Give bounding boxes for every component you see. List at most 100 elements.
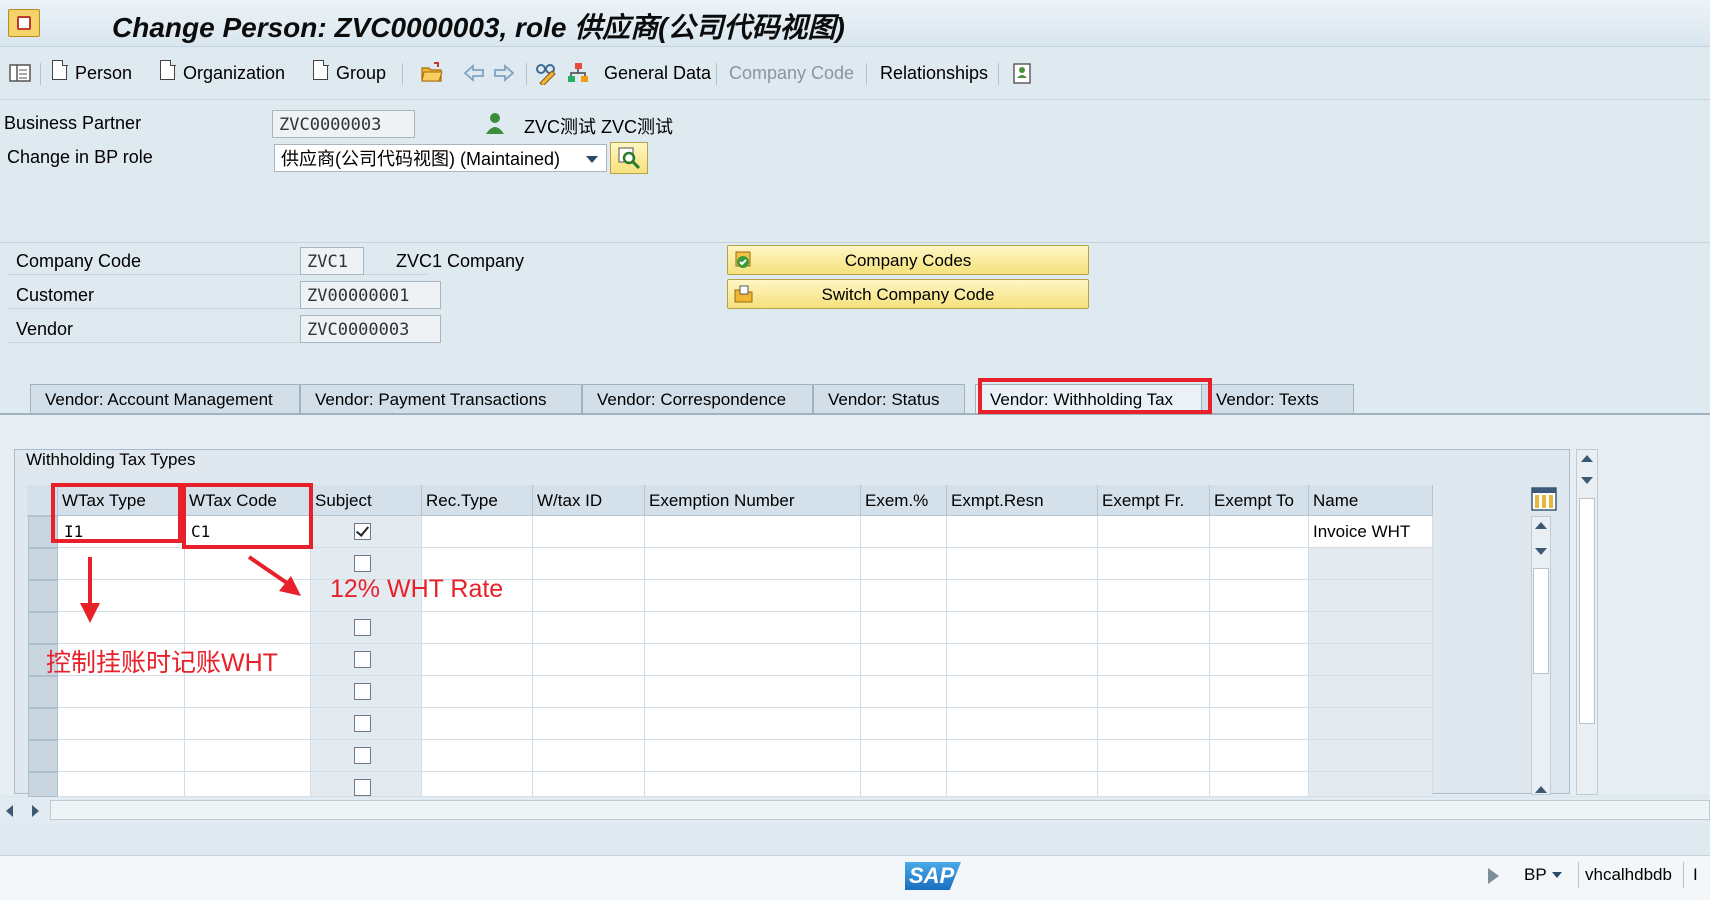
group-button[interactable]: Group bbox=[336, 61, 386, 85]
table-cell[interactable] bbox=[861, 644, 947, 676]
table-cell[interactable] bbox=[533, 548, 645, 580]
subject-checkbox[interactable] bbox=[354, 619, 371, 636]
row-selector[interactable] bbox=[28, 772, 58, 797]
table-cell[interactable] bbox=[533, 612, 645, 644]
cell-wtax-code[interactable] bbox=[185, 708, 311, 740]
subject-checkbox[interactable] bbox=[354, 651, 371, 668]
overview-icon[interactable] bbox=[8, 61, 32, 85]
table-cell[interactable] bbox=[1098, 708, 1210, 740]
row-selector[interactable] bbox=[28, 548, 58, 580]
forward-arrow-icon[interactable] bbox=[492, 61, 516, 85]
hierarchy-icon[interactable] bbox=[566, 61, 590, 85]
subject-checkbox[interactable] bbox=[354, 555, 371, 572]
cell-name[interactable] bbox=[1309, 612, 1433, 644]
cell-wtax-type[interactable] bbox=[58, 772, 185, 797]
page-scroll-up-icon[interactable] bbox=[1581, 455, 1593, 462]
subject-checkbox[interactable] bbox=[354, 715, 371, 732]
table-cell[interactable] bbox=[1098, 676, 1210, 708]
scroll-right-icon[interactable] bbox=[32, 805, 39, 817]
table-cell[interactable] bbox=[422, 772, 533, 797]
row-selector[interactable] bbox=[28, 580, 58, 612]
scroll-up-icon[interactable] bbox=[1535, 522, 1547, 529]
subject-checkbox[interactable] bbox=[354, 683, 371, 700]
subject-checkbox[interactable] bbox=[354, 779, 371, 796]
column-settings-icon[interactable] bbox=[1531, 486, 1557, 512]
relationships-button[interactable]: Relationships bbox=[880, 61, 988, 85]
table-cell[interactable] bbox=[533, 516, 645, 548]
col-exemption-reason[interactable]: Exmpt.Resn bbox=[947, 485, 1098, 516]
cell-wtax-type[interactable] bbox=[58, 676, 185, 708]
company-codes-button[interactable]: Company Codes bbox=[727, 245, 1089, 275]
table-cell[interactable] bbox=[1210, 676, 1309, 708]
table-cell[interactable] bbox=[947, 708, 1098, 740]
cell-name[interactable] bbox=[1309, 740, 1433, 772]
partner-settings-icon[interactable] bbox=[1010, 61, 1034, 85]
col-exemption-percent[interactable]: Exem.% bbox=[861, 485, 947, 516]
cell-name[interactable] bbox=[1309, 644, 1433, 676]
vendor-field[interactable]: ZVC0000003 bbox=[300, 315, 441, 343]
customer-field[interactable]: ZV00000001 bbox=[300, 281, 441, 309]
table-cell[interactable] bbox=[422, 676, 533, 708]
transaction-dropdown-icon[interactable] bbox=[1552, 872, 1562, 878]
tab-account-management[interactable]: Vendor: Account Management bbox=[30, 384, 300, 414]
edit-glasses-icon[interactable] bbox=[534, 61, 558, 85]
page-scroll-down-icon[interactable] bbox=[1581, 477, 1593, 484]
back-arrow-icon[interactable] bbox=[462, 61, 486, 85]
table-cell[interactable] bbox=[1098, 772, 1210, 797]
company-code-button[interactable]: Company Code bbox=[729, 61, 854, 85]
general-data-button[interactable]: General Data bbox=[604, 61, 711, 85]
table-cell[interactable] bbox=[1098, 740, 1210, 772]
person-button[interactable]: Person bbox=[75, 61, 132, 85]
table-cell[interactable] bbox=[1210, 580, 1309, 612]
cell-wtax-code[interactable] bbox=[185, 740, 311, 772]
col-rec-type[interactable]: Rec.Type bbox=[422, 485, 533, 516]
cell-wtax-code[interactable] bbox=[185, 772, 311, 797]
table-cell[interactable] bbox=[645, 644, 861, 676]
subject-checkbox[interactable] bbox=[354, 747, 371, 764]
cell-name[interactable] bbox=[1309, 676, 1433, 708]
row-selector[interactable] bbox=[28, 708, 58, 740]
table-cell[interactable] bbox=[533, 580, 645, 612]
table-cell[interactable] bbox=[947, 516, 1098, 548]
cell-name[interactable] bbox=[1309, 548, 1433, 580]
col-exempt-to[interactable]: Exempt To bbox=[1210, 485, 1309, 516]
cell-wtax-code[interactable] bbox=[185, 676, 311, 708]
cell-wtax-type[interactable] bbox=[58, 708, 185, 740]
scroll-bottom-icon[interactable] bbox=[1535, 786, 1547, 793]
table-cell[interactable] bbox=[533, 676, 645, 708]
status-play-icon[interactable] bbox=[1488, 868, 1499, 884]
scroll-left-icon[interactable] bbox=[6, 805, 13, 817]
tab-payment-transactions[interactable]: Vendor: Payment Transactions bbox=[300, 384, 582, 414]
cell-name[interactable] bbox=[1309, 580, 1433, 612]
table-cell[interactable] bbox=[1210, 516, 1309, 548]
table-cell[interactable] bbox=[947, 772, 1098, 797]
role-search-button[interactable] bbox=[610, 142, 648, 174]
horizontal-scrollbar[interactable] bbox=[50, 800, 1710, 820]
table-cell[interactable] bbox=[645, 612, 861, 644]
table-cell[interactable] bbox=[645, 740, 861, 772]
table-cell[interactable] bbox=[1210, 740, 1309, 772]
tab-correspondence[interactable]: Vendor: Correspondence bbox=[582, 384, 813, 414]
cell-name[interactable]: Invoice WHT bbox=[1309, 516, 1433, 548]
table-cell[interactable] bbox=[533, 772, 645, 797]
table-cell[interactable] bbox=[861, 676, 947, 708]
table-cell[interactable] bbox=[1210, 548, 1309, 580]
transaction-code[interactable]: BP bbox=[1524, 865, 1547, 885]
organization-button[interactable]: Organization bbox=[183, 61, 285, 85]
col-exemption-number[interactable]: Exemption Number bbox=[645, 485, 861, 516]
subject-checkbox[interactable] bbox=[354, 523, 371, 540]
table-cell[interactable] bbox=[861, 740, 947, 772]
table-cell[interactable] bbox=[861, 580, 947, 612]
table-cell[interactable] bbox=[645, 516, 861, 548]
bp-role-dropdown[interactable]: 供应商(公司代码视图) (Maintained) bbox=[274, 144, 607, 172]
company-code-field[interactable]: ZVC1 bbox=[300, 247, 364, 275]
page-scroll-thumb[interactable] bbox=[1579, 498, 1595, 724]
table-cell[interactable] bbox=[422, 708, 533, 740]
table-cell[interactable] bbox=[861, 708, 947, 740]
table-cell[interactable] bbox=[422, 516, 533, 548]
table-cell[interactable] bbox=[861, 612, 947, 644]
table-cell[interactable] bbox=[422, 644, 533, 676]
table-cell[interactable] bbox=[861, 516, 947, 548]
table-cell[interactable] bbox=[422, 740, 533, 772]
cell-wtax-type[interactable] bbox=[58, 740, 185, 772]
